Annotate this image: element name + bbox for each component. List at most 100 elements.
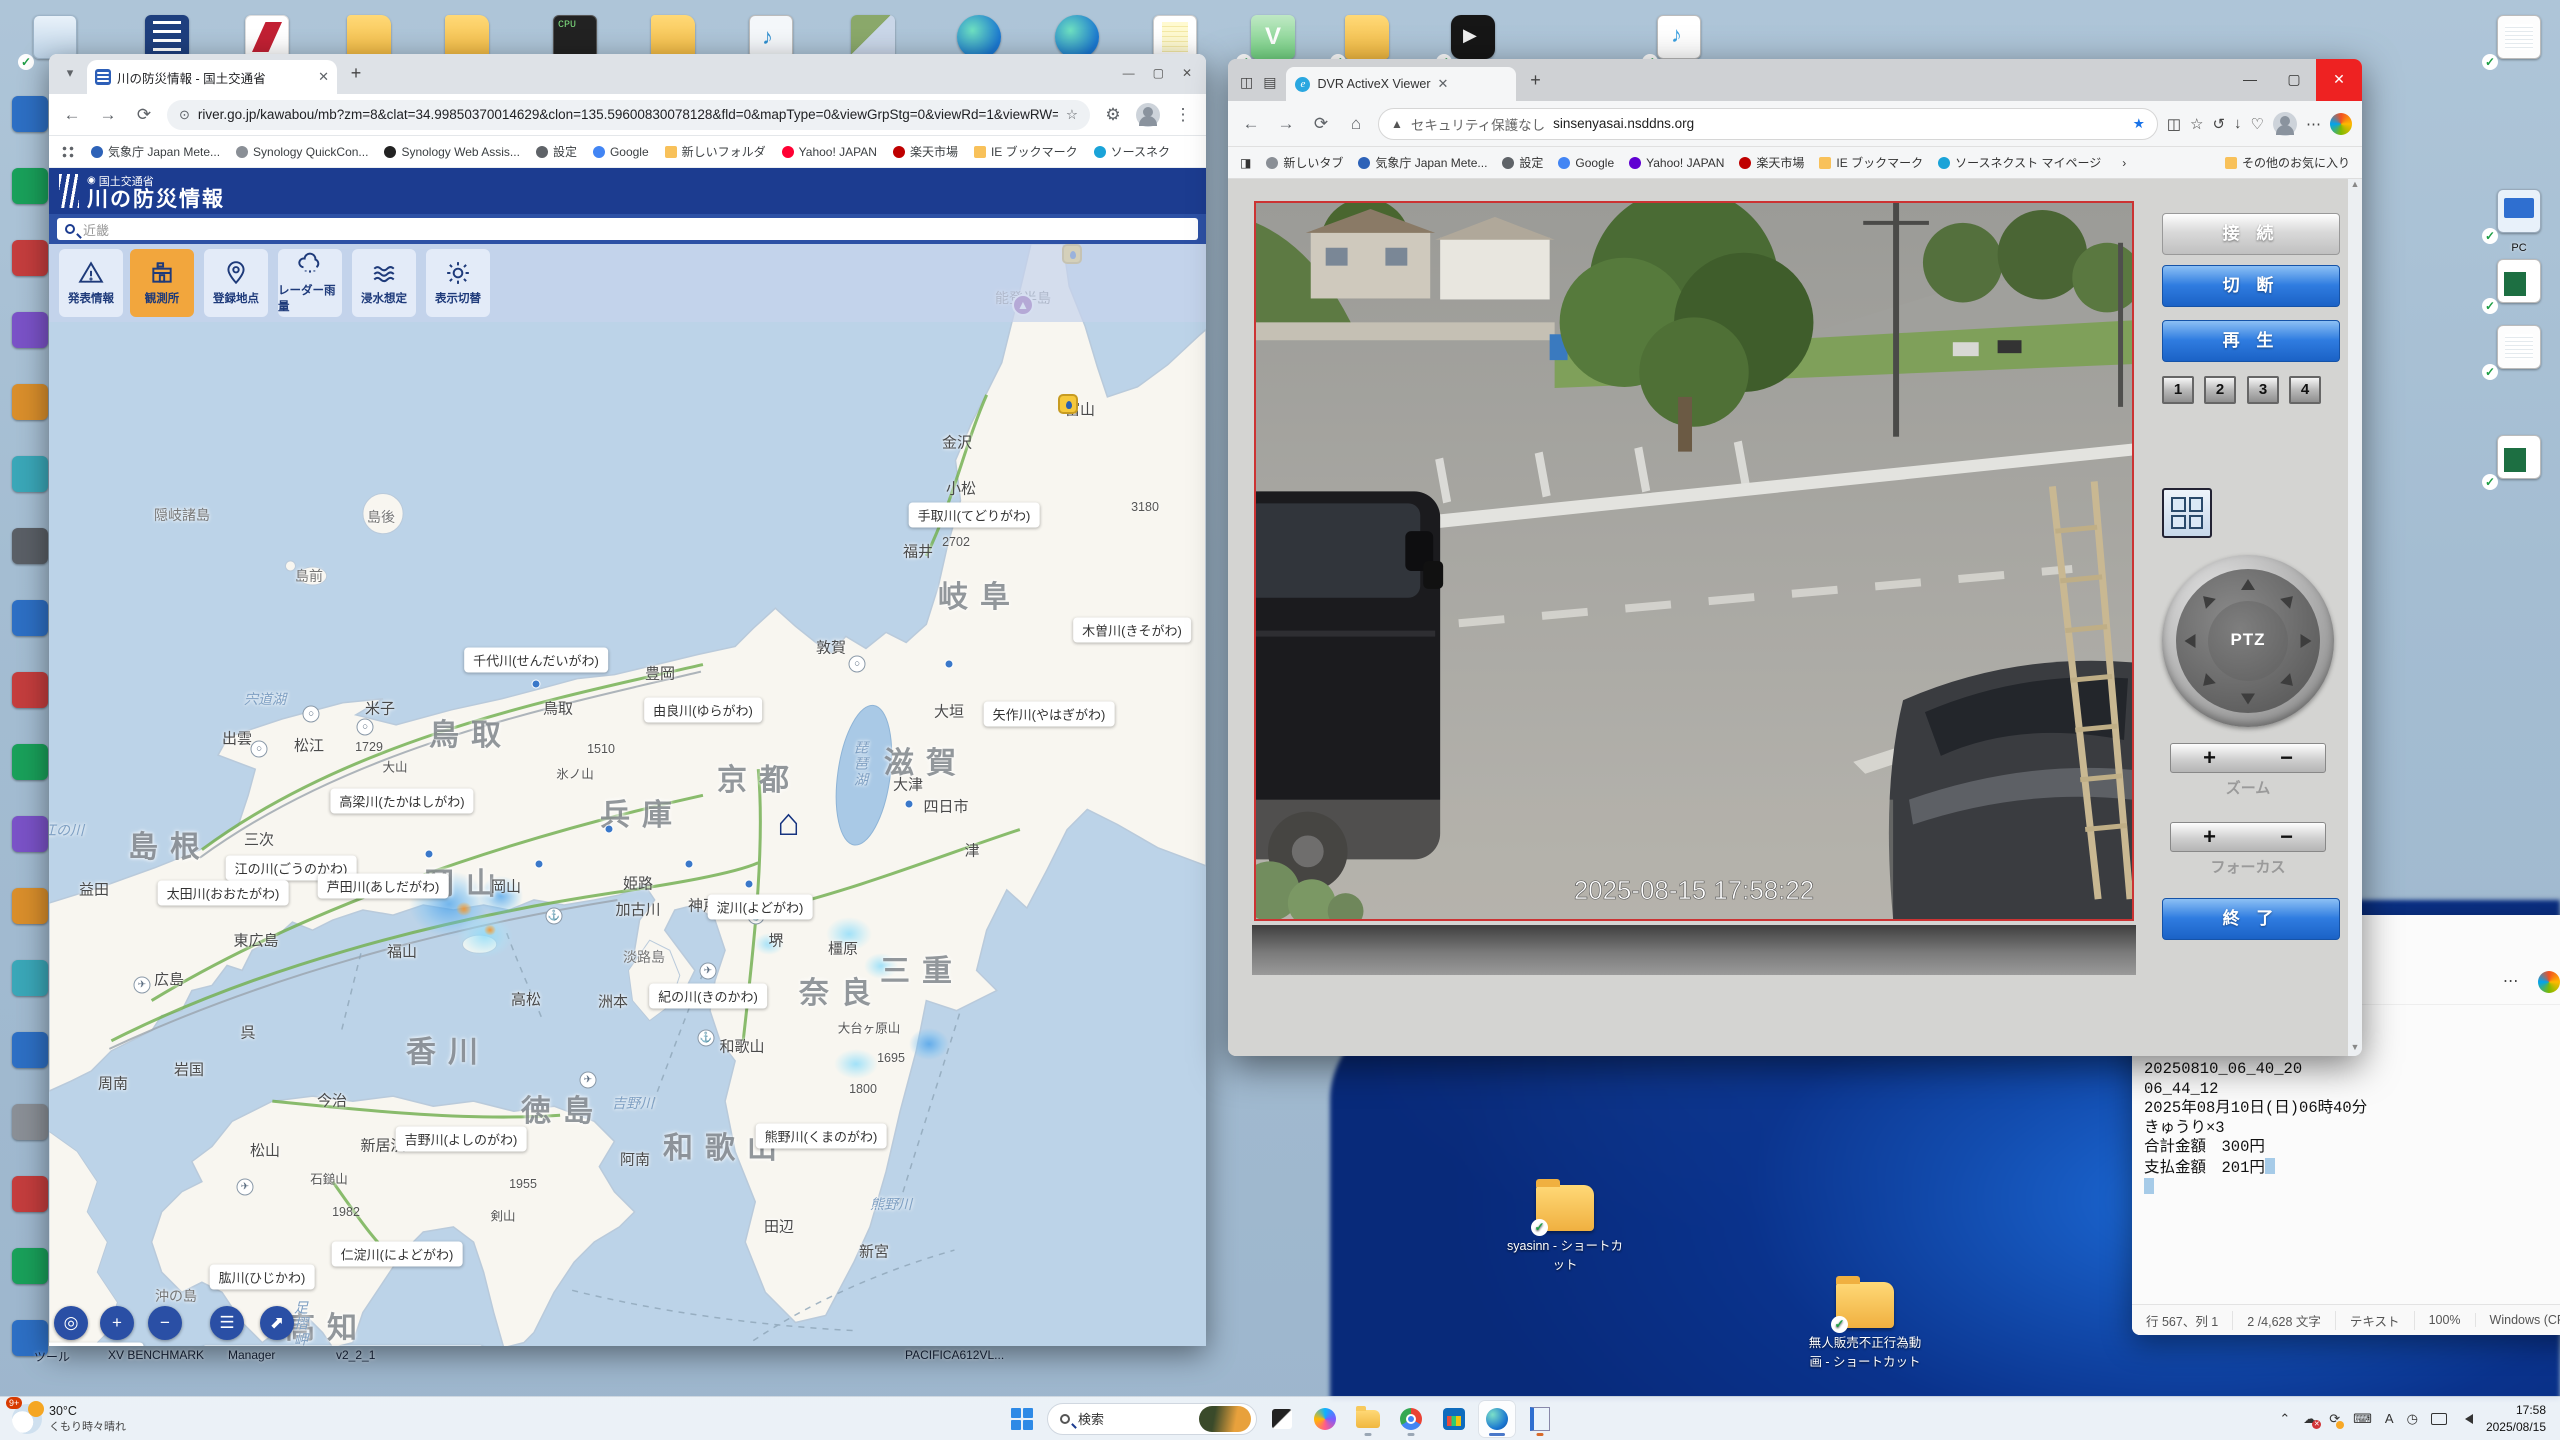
bookmark-item[interactable]: 設定 — [1502, 154, 1543, 171]
reading-icon[interactable]: ◨ — [1240, 156, 1251, 170]
reload-button[interactable]: ⟳ — [131, 105, 157, 125]
map-area[interactable]: 能登半島富山金沢小松手取川(てどりがわ)27023180福井敦賀岐阜大垣滋賀大津… — [49, 244, 1206, 1346]
ime-mode-indicator[interactable]: A — [2385, 1411, 2394, 1426]
bookmark-star-icon[interactable]: ☆ — [1066, 107, 1078, 123]
bookmark-item[interactable]: 気象庁 Japan Mete... — [1358, 154, 1487, 171]
back-button[interactable]: ← — [1238, 114, 1264, 134]
address-bar[interactable]: ⊙ river.go.jp/kawabou/mb?zm=8&clat=34.99… — [167, 100, 1090, 130]
status-zoom[interactable]: 100% — [2415, 1313, 2476, 1327]
tray-clock[interactable]: 17:58 2025/08/15 — [2486, 1402, 2554, 1434]
nav-button-radar[interactable]: レーダー雨量 — [278, 249, 342, 317]
profile-avatar[interactable] — [2273, 112, 2297, 136]
bookmark-item[interactable]: Google — [1558, 154, 1614, 171]
desktop-icon[interactable]: ✓ NT2 — [1440, 8, 1506, 66]
edge-button[interactable] — [1479, 1401, 1515, 1437]
connect-button[interactable]: 接 続 — [2162, 213, 2340, 255]
history-icon[interactable]: ↺ — [2212, 115, 2225, 133]
close-button[interactable]: ✕ — [1182, 66, 1192, 80]
map-marker[interactable]: ○ — [357, 719, 374, 736]
apps-grid-icon[interactable] — [61, 145, 75, 159]
map-control-button[interactable]: ◎ — [54, 1306, 88, 1340]
bookmark-item[interactable]: Yahoo! JAPAN — [1629, 154, 1724, 171]
tray-chevron-icon[interactable]: ⌃ — [2279, 1411, 2290, 1427]
extensions-icon[interactable]: ⚙ — [1100, 105, 1126, 125]
address-bar[interactable]: ▲ セキュリティ保護なし sinsenyasai.nsddns.org ★ — [1378, 108, 2158, 140]
cctv-video-feed[interactable]: 2025-08-15 17:58:22 — [1254, 201, 2134, 921]
forward-button[interactable]: → — [95, 105, 121, 125]
channel-2-button[interactable]: 2 — [2204, 376, 2236, 404]
desktop-icon[interactable]: ✓ — [2486, 318, 2552, 376]
desktop-icon-label[interactable]: ツール — [34, 1348, 70, 1365]
chevron-right-icon[interactable]: › — [2122, 156, 2126, 170]
tab-close-icon[interactable]: ✕ — [318, 69, 329, 85]
map-marker[interactable]: ✈ — [580, 1072, 597, 1089]
map-marker[interactable]: ○ — [303, 706, 320, 723]
nav-button-alerts[interactable]: 発表情報 — [59, 249, 123, 317]
map-marker[interactable]: ✈ — [134, 977, 151, 994]
store-button[interactable] — [1436, 1401, 1472, 1437]
map-control-button[interactable]: + — [100, 1306, 134, 1340]
onedrive-error-icon[interactable]: ☁✕ — [2303, 1411, 2316, 1427]
browser-essentials-icon[interactable]: ♡ — [2251, 115, 2264, 133]
map-marker[interactable]: ✈ — [700, 963, 717, 980]
focus-minus-button[interactable]: − — [2280, 824, 2293, 850]
channel-3-button[interactable]: 3 — [2247, 376, 2279, 404]
desktop-icon[interactable]: ✓ — [2486, 428, 2552, 486]
menu-dots-icon[interactable]: ⋯ — [2503, 972, 2519, 991]
quad-view-button[interactable] — [2162, 488, 2212, 538]
bookmark-item[interactable]: ソースネクスト マイページ — [1938, 154, 2101, 171]
nav-button-flood[interactable]: 浸水想定 — [352, 249, 416, 317]
home-icon[interactable]: ⌂ — [1343, 114, 1369, 134]
map-marker[interactable] — [905, 800, 914, 809]
play-button[interactable]: 再 生 — [2162, 320, 2340, 362]
new-tab-button[interactable]: + — [1522, 68, 1548, 94]
bookmark-item[interactable]: Synology QuickCon... — [236, 143, 368, 160]
map-search-input[interactable]: 近畿 — [57, 218, 1198, 240]
bookmark-item[interactable]: ソースネク — [1094, 143, 1170, 160]
tab-close-icon[interactable]: ✕ — [1437, 76, 1448, 92]
forward-button[interactable]: → — [1273, 114, 1299, 134]
map-marker[interactable]: ○ — [849, 656, 866, 673]
ptz-pad[interactable]: PTZ — [2162, 555, 2334, 727]
split-screen-icon[interactable]: ◫ — [2167, 115, 2181, 133]
map-marker[interactable]: ⌂ — [777, 810, 807, 840]
desktop-icon-label[interactable]: XV BENCHMARK — [108, 1348, 204, 1362]
disconnect-button[interactable]: 切 断 — [2162, 265, 2340, 307]
nav-button-display-toggle[interactable]: 表示切替 — [426, 249, 490, 317]
map-marker[interactable] — [945, 660, 954, 669]
taskbar-weather-widget[interactable]: 9+ 30°C くもり時々晴れ — [0, 1397, 138, 1440]
reload-button[interactable]: ⟳ — [1308, 114, 1334, 134]
close-button[interactable]: ✕ — [2316, 59, 2362, 101]
clock-app-icon[interactable]: ◷ — [2407, 1411, 2418, 1427]
scrollbar[interactable]: ▲▼ — [2348, 179, 2362, 1056]
workspaces-icon[interactable]: ◫ — [1240, 74, 1253, 91]
map-marker[interactable]: ⚓ — [546, 908, 563, 925]
channel-4-button[interactable]: 4 — [2289, 376, 2321, 404]
desktop-icon[interactable]: ✓ WAV — [1646, 8, 1712, 66]
map-marker[interactable]: ○ — [251, 741, 268, 758]
map-control-button[interactable]: ⬈ — [260, 1306, 294, 1340]
map-marker[interactable] — [745, 880, 754, 889]
desktop-icon[interactable]: ✓ — [2486, 8, 2552, 66]
start-button[interactable] — [1004, 1401, 1040, 1437]
bookmark-item[interactable]: 新しいタブ — [1266, 154, 1343, 171]
ime-keyboard-icon[interactable]: ⌨ — [2353, 1411, 2372, 1427]
site-info-icon[interactable]: ⊙ — [179, 107, 190, 123]
profile-avatar[interactable] — [1136, 103, 1160, 127]
desktop-icon[interactable]: ✓ — [2486, 252, 2552, 310]
ptz-down-arrow[interactable] — [2241, 694, 2255, 705]
desktop-icon[interactable]: ✓ — [1334, 8, 1400, 66]
bookmark-item[interactable]: IE ブックマーク — [974, 143, 1078, 160]
menu-dots-icon[interactable]: ⋯ — [2306, 115, 2321, 133]
bookmark-item[interactable]: Yahoo! JAPAN — [782, 143, 877, 160]
nav-button-stations[interactable]: 観測所 — [130, 249, 194, 317]
map-control-button[interactable]: − — [148, 1306, 182, 1340]
downloads-icon[interactable]: ↓ — [2234, 115, 2242, 132]
bookmark-star-icon[interactable]: ★ — [2133, 116, 2145, 132]
zoom-minus-button[interactable]: − — [2280, 745, 2293, 771]
map-marker[interactable]: ✈ — [237, 1179, 254, 1196]
other-favorites[interactable]: その他のお気に入り — [2225, 154, 2350, 171]
focus-plus-button[interactable]: + — [2203, 824, 2216, 850]
map-marker[interactable] — [1058, 394, 1078, 414]
menu-dots-icon[interactable]: ⋮ — [1170, 105, 1196, 125]
